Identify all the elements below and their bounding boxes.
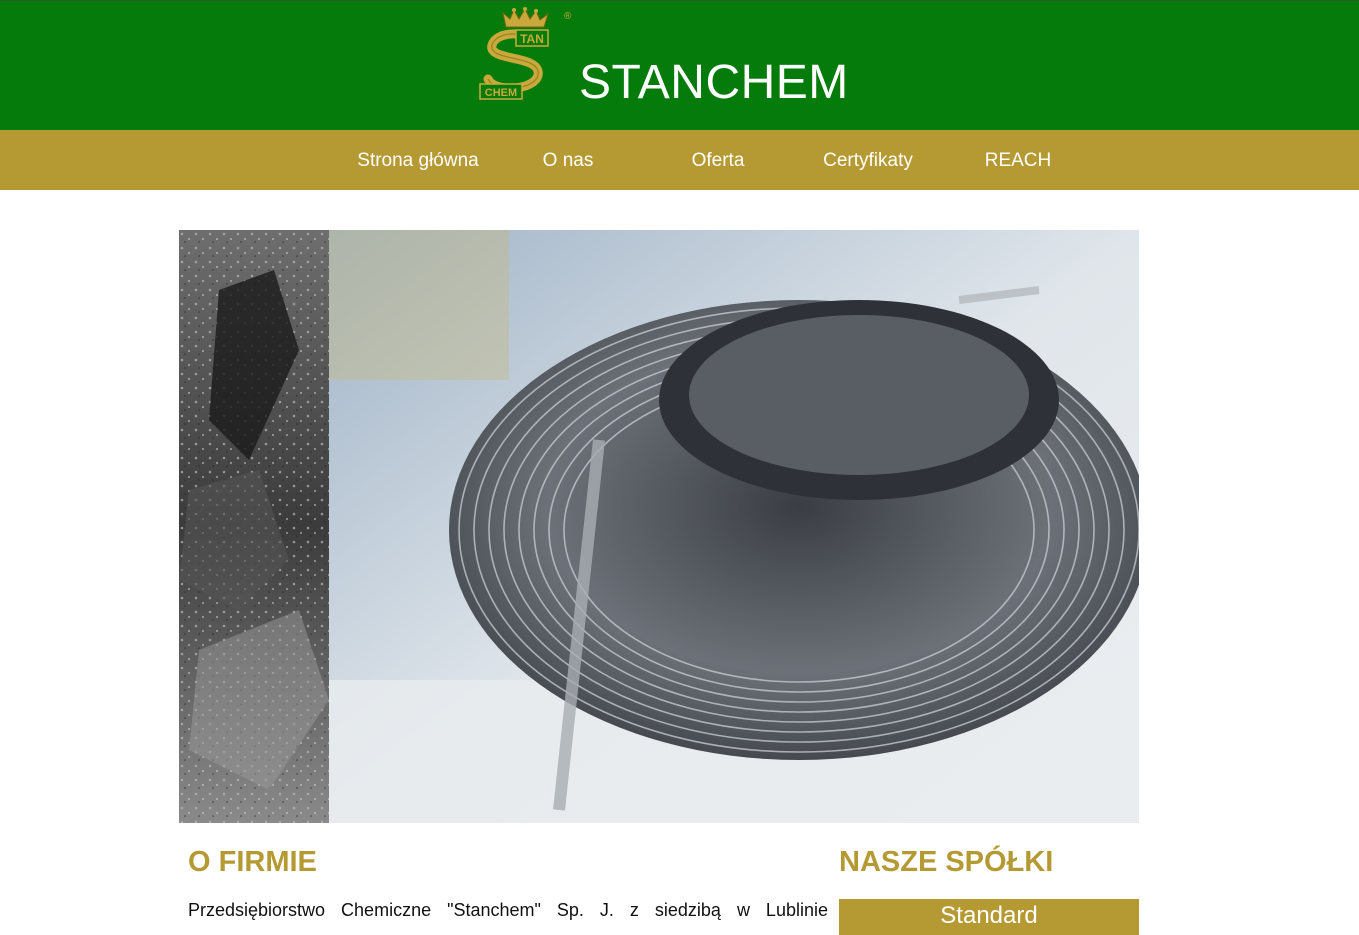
nav-item-certificates[interactable]: Certyfikaty (793, 130, 943, 190)
companies-heading: NASZE SPÓŁKI (839, 846, 1054, 878)
nav-item-offer[interactable]: Oferta (643, 130, 793, 190)
svg-text:TAN: TAN (520, 32, 544, 46)
about-heading: O FIRMIE (188, 846, 317, 878)
stanchem-logo[interactable]: TAN CHEM ® (476, 5, 576, 105)
nav-item-reach[interactable]: REACH (943, 130, 1093, 190)
brand-title: STANCHEM (579, 56, 849, 109)
coal-rock-image (179, 230, 329, 823)
svg-text:CHEM: CHEM (485, 87, 517, 99)
nav-item-home[interactable]: Strona główna (343, 130, 493, 190)
site-header: TAN CHEM ® STANCHEM (0, 0, 1359, 130)
nav-item-about[interactable]: O nas (493, 130, 643, 190)
about-paragraph: Przedsiębiorstwo Chemiczne "Stanchem" Sp… (188, 900, 828, 920)
hero-banner (179, 230, 1139, 823)
wire-coil-image (329, 230, 1139, 823)
main-nav: Strona główna O nas Oferta Certyfikaty R… (0, 130, 1359, 190)
svg-text:®: ® (564, 11, 572, 22)
company-button-standard[interactable]: Standard (839, 899, 1139, 935)
